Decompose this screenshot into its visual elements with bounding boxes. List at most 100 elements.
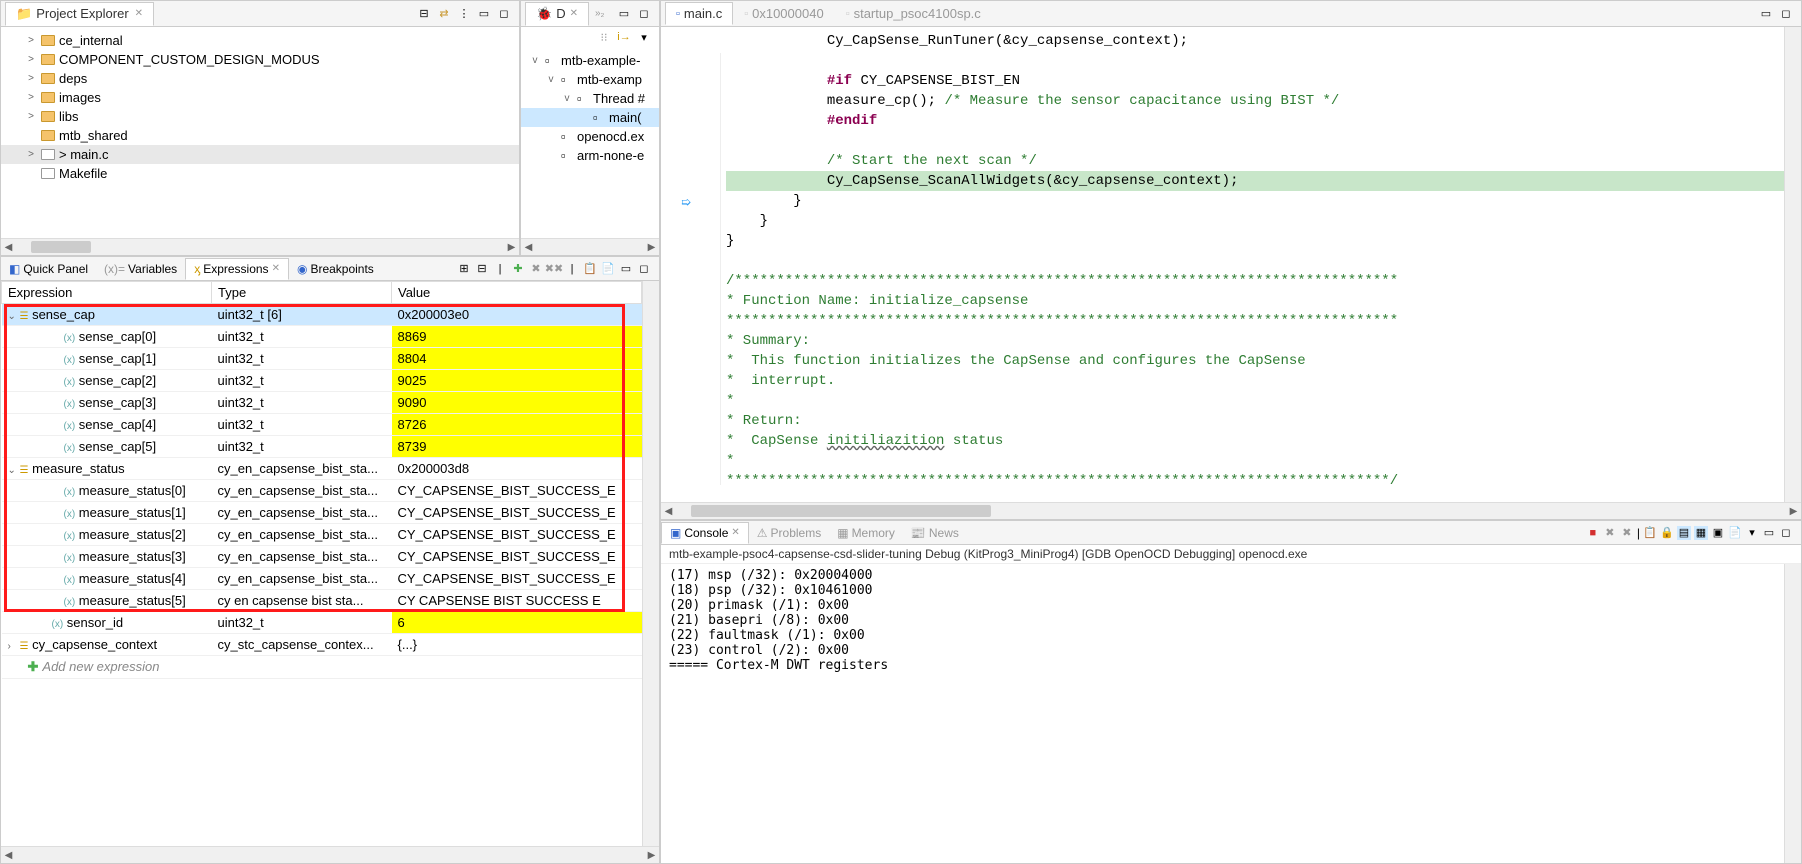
expression-row[interactable]: (x) sensor_iduint32_t6 [2,612,642,634]
tree-item[interactable]: >libs [1,107,519,126]
debug-item[interactable]: ▫openocd.ex [521,127,659,146]
tree-item[interactable]: >> main.c [1,145,519,164]
remove-all-icon[interactable]: ✖✖ [547,262,561,276]
expression-row[interactable]: ›☰ cy_capsense_contextcy_stc_capsense_co… [2,634,642,656]
link-editor-icon[interactable]: ⇄ [437,7,451,21]
view-menu-icon[interactable]: ▾ [637,30,651,44]
maximize-icon[interactable]: ◻ [1779,526,1793,540]
h-scrollbar[interactable]: ◀▶ [1,238,519,255]
toolbar-icon[interactable]: 📄 [601,262,615,276]
toolbar-icon[interactable]: ⊞ [457,262,471,276]
tree-item[interactable]: >COMPONENT_CUSTOM_DESIGN_MODUS [1,50,519,69]
expression-row[interactable]: (x) sense_cap[3]uint32_t9090 [2,392,642,414]
tree-item[interactable]: >images [1,88,519,107]
expression-row[interactable]: (x) sense_cap[5]uint32_t8739 [2,436,642,458]
debug-step-icon[interactable]: i→ [617,30,631,44]
tab-expressions[interactable]: ᶍExpressions ✕ [185,258,289,280]
minimize-icon[interactable]: ▭ [1759,7,1773,21]
dropdown-icon[interactable]: ▾ [1745,526,1759,540]
remove-icon[interactable]: ✖ [1603,526,1617,540]
expression-row[interactable]: ⌄☰ measure_statuscy_en_capsense_bist_sta… [2,458,642,480]
debug-tree[interactable]: v▫mtb-example-v▫mtb-exampv▫Thread #▫main… [521,47,659,238]
remove-all-icon[interactable]: ✖ [1620,526,1634,540]
h-scrollbar[interactable]: ◀▶ [1,846,659,863]
tree-item[interactable]: >ce_internal [1,31,519,50]
v-scrollbar[interactable] [1784,27,1801,502]
minimize-icon[interactable]: ▭ [477,7,491,21]
tab-debug[interactable]: 🐞 D ✕ [525,2,589,26]
col-expression[interactable]: Expression [2,282,212,304]
expression-row[interactable]: (x) measure_status[1]cy_en_capsense_bist… [2,502,642,524]
maximize-icon[interactable]: ◻ [637,7,651,21]
maximize-icon[interactable]: ◻ [1779,7,1793,21]
add-icon[interactable]: ✚ [511,262,525,276]
remove-icon[interactable]: ✖ [529,262,543,276]
expression-row[interactable]: (x) measure_status[4]cy_en_capsense_bist… [2,568,642,590]
tab-news[interactable]: 📰News [903,523,967,543]
tab-problems[interactable]: ⚠Problems [749,523,829,543]
expression-row[interactable]: ⌄☰ sense_capuint32_t [6]0x200003e0 [2,304,642,326]
editor-tab[interactable]: ▫main.c [665,2,733,25]
toolbar-icon[interactable]: | [565,262,579,276]
debug-item[interactable]: ▫arm-none-e [521,146,659,165]
expression-row[interactable]: (x) sense_cap[2]uint32_t9025 [2,370,642,392]
debug-item[interactable]: v▫mtb-examp [521,70,659,89]
view-menu-icon[interactable]: ⋮ [457,7,471,21]
project-explorer-pane: 📁 Project Explorer ✕ ⊟ ⇄ ⋮ ▭ ◻ >ce_inter… [0,0,520,256]
debug-item[interactable]: v▫Thread # [521,89,659,108]
expressions-table[interactable]: Expression Type Value ⌄☰ sense_capuint32… [1,281,642,679]
tab-breakpoints[interactable]: ◉Breakpoints [289,259,382,279]
v-scrollbar[interactable] [1784,564,1801,863]
tab-quick-panel[interactable]: ◧Quick Panel [1,259,96,279]
toolbar-icon[interactable]: 🔒 [1660,526,1674,540]
tab-project-explorer[interactable]: 📁 Project Explorer ✕ [5,2,154,26]
collapse-all-icon[interactable]: ⊟ [417,7,431,21]
project-tree[interactable]: >ce_internal>COMPONENT_CUSTOM_DESIGN_MOD… [1,27,519,238]
debug-item[interactable]: v▫mtb-example- [521,51,659,70]
tab-console[interactable]: ▣Console ✕ [661,522,749,544]
v-scrollbar[interactable] [642,281,659,846]
minimize-icon[interactable]: ▭ [1762,526,1776,540]
console-header: mtb-example-psoc4-capsense-csd-slider-tu… [661,545,1801,564]
maximize-icon[interactable]: ◻ [637,262,651,276]
expression-row[interactable]: (x) sense_cap[1]uint32_t8804 [2,348,642,370]
tree-item[interactable]: mtb_shared [1,126,519,145]
expression-row[interactable]: (x) sense_cap[0]uint32_t8869 [2,326,642,348]
tree-item[interactable]: Makefile [1,164,519,183]
expression-row[interactable]: (x) measure_status[0]cy_en_capsense_bist… [2,480,642,502]
toolbar-icon[interactable]: 📋 [1643,526,1657,540]
toolbar-icon[interactable]: | [493,262,507,276]
project-explorer-title: Project Explorer [36,6,128,21]
console-pane: ▣Console ✕ ⚠Problems ▦Memory 📰News ■ ✖ ✖… [660,520,1802,864]
h-scrollbar[interactable]: ◀▶ [661,502,1801,519]
debug-item[interactable]: ▫main( [521,108,659,127]
toolbar-icon[interactable]: ▦ [1694,526,1708,540]
tab-variables[interactable]: (x)=Variables [96,259,185,279]
minimize-icon[interactable]: ▭ [617,7,631,21]
toolbar-icon[interactable]: ▣ [1711,526,1725,540]
expression-row[interactable]: (x) measure_status[2]cy_en_capsense_bist… [2,524,642,546]
editor-pane: ▫main.c▫0x10000040▫startup_psoc4100sp.c … [660,0,1802,520]
console-output[interactable]: (17) msp (/32): 0x20004000(18) psp (/32)… [661,564,1784,863]
expression-row[interactable]: (x) sense_cap[4]uint32_t8726 [2,414,642,436]
tree-item[interactable]: >deps [1,69,519,88]
expression-row[interactable]: (x) measure_status[3]cy_en_capsense_bist… [2,546,642,568]
col-type[interactable]: Type [212,282,392,304]
editor-tab[interactable]: ▫startup_psoc4100sp.c [835,2,992,25]
expression-row[interactable]: (x) measure_status[5]cy en capsense bist… [2,590,642,612]
editor-gutter[interactable]: ➯ [661,53,721,485]
add-expression-row[interactable]: ✚Add new expression [2,656,642,679]
editor-tab[interactable]: ▫0x10000040 [733,2,834,25]
debug-toolbar-icon[interactable]: ⁝⁝ [597,30,611,44]
code-editor[interactable]: Cy_CapSense_RunTuner(&cy_capsense_contex… [726,27,1784,502]
toolbar-icon[interactable]: 📋 [583,262,597,276]
tab-memory[interactable]: ▦Memory [829,523,903,543]
h-scrollbar[interactable]: ◀▶ [521,238,659,255]
maximize-icon[interactable]: ◻ [497,7,511,21]
toolbar-icon[interactable]: ⊟ [475,262,489,276]
col-value[interactable]: Value [392,282,642,304]
toolbar-icon[interactable]: ▤ [1677,526,1691,540]
stop-icon[interactable]: ■ [1586,526,1600,540]
toolbar-icon[interactable]: 📄 [1728,526,1742,540]
minimize-icon[interactable]: ▭ [619,262,633,276]
